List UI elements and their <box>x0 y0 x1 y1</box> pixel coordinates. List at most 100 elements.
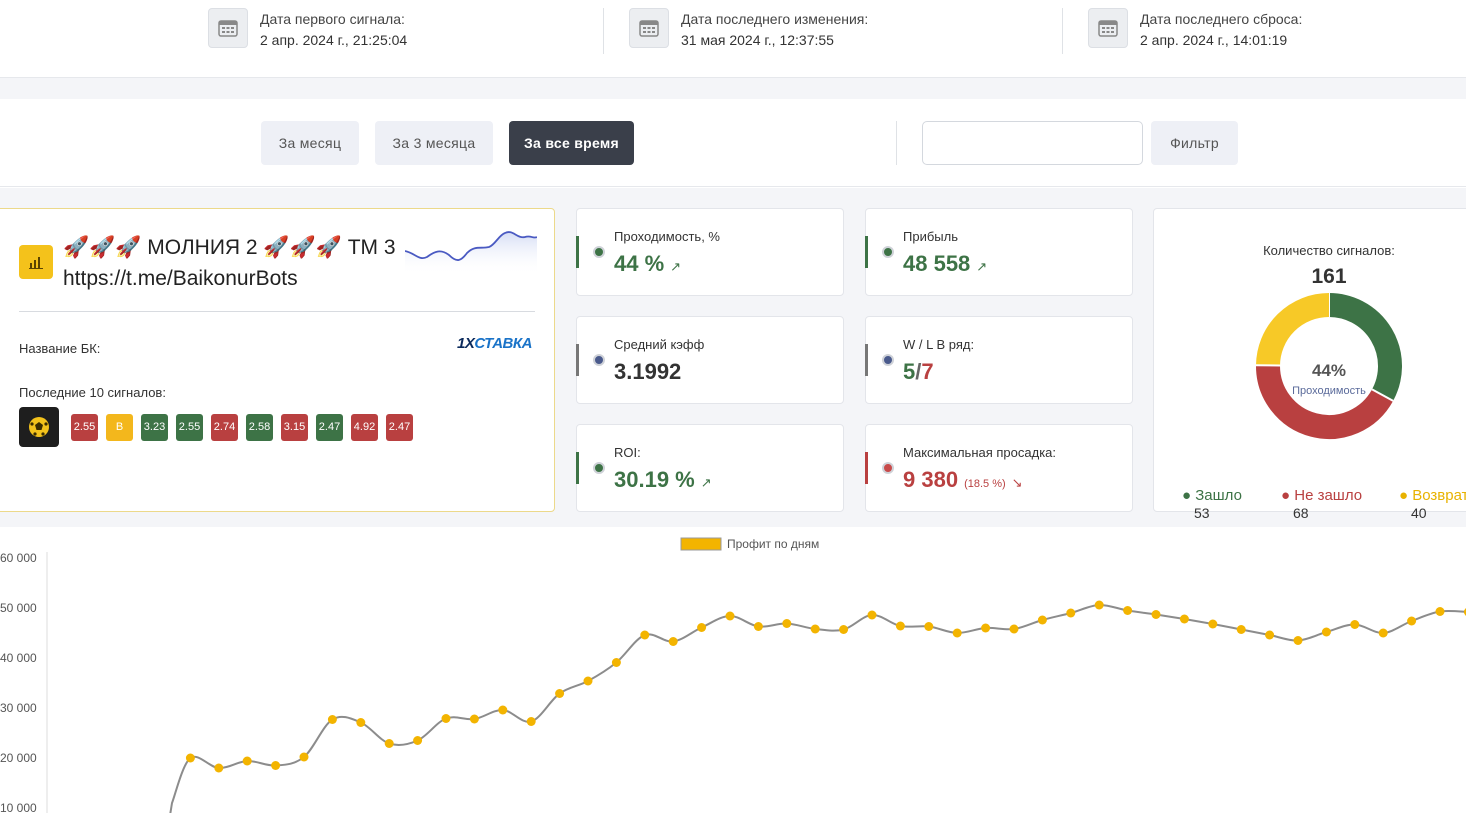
profit-point[interactable] <box>1179 614 1189 624</box>
profit-point[interactable] <box>327 715 337 724</box>
profit-point[interactable] <box>924 622 934 631</box>
drawdown-card: Максимальная просадка: 9 380 (18.5 %) ↘ <box>865 424 1133 512</box>
profit-point[interactable] <box>1151 610 1161 619</box>
donut-center-label: Проходимость <box>1292 385 1366 397</box>
legend-dot: ● <box>1399 487 1409 504</box>
profit-point[interactable] <box>1435 607 1445 616</box>
profit-point[interactable] <box>526 717 536 726</box>
profit-point[interactable] <box>753 622 763 631</box>
profit-point[interactable] <box>271 761 281 770</box>
profit-point[interactable] <box>1350 620 1360 629</box>
status-dot <box>593 354 605 366</box>
trend-up-icon: ↗ <box>976 259 988 274</box>
profit-point[interactable] <box>1378 628 1388 638</box>
profit-point[interactable] <box>498 705 508 715</box>
profit-point[interactable] <box>1407 616 1417 626</box>
bot-title: 🚀🚀🚀 МОЛНИЯ 2 🚀🚀🚀 ТМ 3 <box>63 236 396 259</box>
last-change-block: Дата последнего изменения: 31 мая 2024 г… <box>629 8 868 56</box>
legend-value: 40 <box>1411 505 1427 521</box>
y-tick-label: 20 000 <box>0 751 37 765</box>
profit-chart: Профит по дням 10 000 20 000 30 000 40 000 5… <box>0 527 1466 813</box>
profit-point[interactable] <box>867 610 877 620</box>
profit-point[interactable] <box>384 739 394 748</box>
profit-point[interactable] <box>952 628 962 638</box>
last-reset-label: Дата последнего сброса: <box>1140 11 1303 27</box>
status-dot <box>882 462 894 474</box>
spacer <box>0 78 1466 99</box>
first-signal-block: Дата первого сигнала: 2 апр. 2024 г., 21… <box>208 8 407 56</box>
profit-point[interactable] <box>611 658 621 667</box>
divider <box>896 121 897 165</box>
profit-point[interactable] <box>441 714 451 723</box>
profit-point[interactable] <box>725 611 735 621</box>
wl-streak-label: W / L В ряд: <box>903 337 975 352</box>
donut-center-percent: 44% <box>1311 361 1347 380</box>
signal-chip: 3.23 <box>141 413 168 441</box>
bot-link[interactable]: https://t.me/BaikonurBots <box>63 267 298 291</box>
profit-point[interactable] <box>469 714 479 724</box>
sparkline-icon <box>405 231 537 275</box>
profit-point[interactable] <box>697 623 707 632</box>
donut-slice-2 <box>1256 293 1330 367</box>
profit-point[interactable] <box>1094 600 1104 610</box>
period-month-button[interactable]: За месяц <box>261 121 359 165</box>
profit-point[interactable] <box>214 763 224 773</box>
legend-label: Не зашло <box>1294 487 1363 504</box>
profit-point[interactable] <box>640 630 650 640</box>
profit-point[interactable] <box>413 736 423 745</box>
profit-card: Прибыль 48 558 ↗ <box>865 208 1133 296</box>
date-info-bar: Дата первого сигнала: 2 апр. 2024 г., 21… <box>0 0 1466 78</box>
profit-point[interactable] <box>1208 619 1218 629</box>
profit-point[interactable] <box>185 753 195 763</box>
first-signal-label: Дата первого сигнала: <box>260 11 405 27</box>
avg-coef-value: 3.1992 <box>614 359 682 384</box>
avg-coef-label: Средний кэфф <box>614 337 705 352</box>
legend-dot: ● <box>1182 487 1192 504</box>
profit-point[interactable] <box>1293 636 1303 645</box>
filter-search-input[interactable] <box>922 121 1143 165</box>
y-tick-label: 30 000 <box>0 701 37 715</box>
profit-point[interactable] <box>895 621 905 631</box>
profit-value: 48 558 <box>903 251 971 276</box>
bar-chart-icon <box>19 245 53 279</box>
profit-point[interactable] <box>810 624 820 634</box>
profit-point[interactable] <box>1321 627 1331 637</box>
profit-point[interactable] <box>242 756 252 766</box>
profit-point[interactable] <box>1236 625 1246 634</box>
status-bar <box>576 344 579 376</box>
profit-point[interactable] <box>668 637 678 646</box>
divider <box>1062 8 1063 54</box>
trend-down-icon: ↘ <box>1011 475 1023 490</box>
profit-point[interactable] <box>1066 608 1076 618</box>
profit-line-chart: Профит по дням 10 000 20 000 30 000 40 000 5… <box>0 537 1466 813</box>
profit-point[interactable] <box>839 625 849 634</box>
status-bar <box>865 452 868 484</box>
profit-point[interactable] <box>583 676 593 686</box>
profit-point[interactable] <box>1037 615 1047 625</box>
legend-swatch <box>680 537 722 551</box>
profit-point[interactable] <box>299 752 309 762</box>
legend-label: Возврат <box>1412 487 1466 504</box>
legend-value: 68 <box>1293 505 1309 521</box>
profit-point[interactable] <box>356 718 366 727</box>
signal-chip: 4.92 <box>351 413 378 441</box>
status-bar <box>865 236 868 268</box>
chart-legend-label: Профит по дням <box>727 537 819 551</box>
avg-coef-card: Средний кэфф 3.1992 <box>576 316 844 404</box>
legend-item-refund: ● Возврат 40 <box>1399 487 1466 521</box>
calendar-icon <box>208 8 248 48</box>
profit-point[interactable] <box>1265 630 1275 640</box>
signal-chip: 2.58 <box>246 413 273 441</box>
donut-slice-0 <box>1328 293 1402 401</box>
profit-point[interactable] <box>555 689 565 698</box>
profit-point[interactable] <box>782 619 792 628</box>
filter-button[interactable]: Фильтр <box>1151 121 1238 165</box>
period-all-time-button[interactable]: За все время <box>509 121 634 165</box>
profit-point[interactable] <box>1123 606 1133 615</box>
profit-point[interactable] <box>1009 624 1019 634</box>
win-streak-value: 5 <box>903 359 916 384</box>
status-bar <box>865 344 868 376</box>
profit-point[interactable] <box>981 623 991 633</box>
period-3-months-button[interactable]: За 3 месяца <box>375 121 493 165</box>
last-change-value: 31 мая 2024 г., 12:37:55 <box>681 32 834 48</box>
